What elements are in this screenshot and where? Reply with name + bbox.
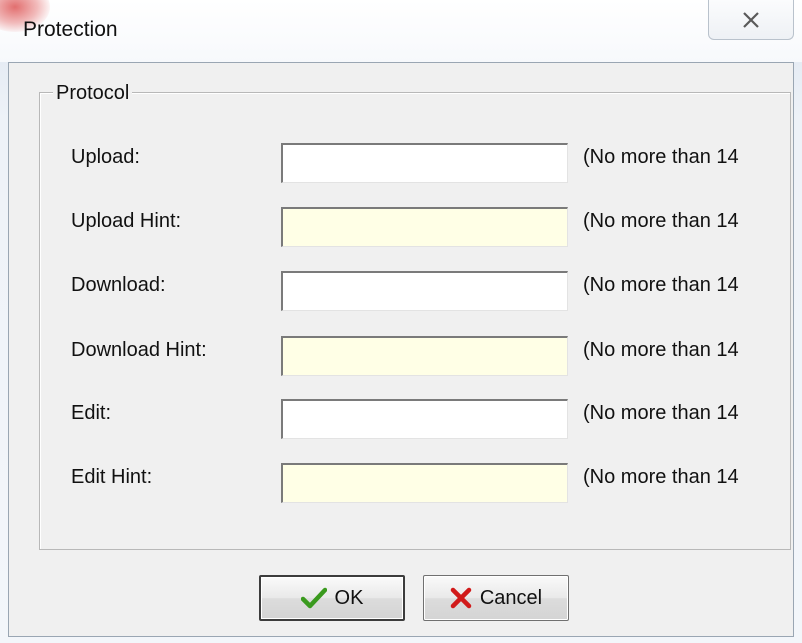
download-hint-input[interactable]: [281, 336, 568, 376]
download-label: Download:: [71, 274, 166, 296]
cancel-button-label: Cancel: [479, 586, 543, 609]
cancel-button[interactable]: Cancel: [423, 575, 569, 621]
upload-hint-input[interactable]: [281, 207, 568, 247]
ok-button-label: OK: [334, 586, 364, 609]
upload-hint-note: (No more than 14: [583, 210, 739, 232]
edit-note: (No more than 14: [583, 402, 739, 424]
edit-input[interactable]: [281, 399, 568, 439]
protection-dialog: Protection Protocol Upload: (No more tha…: [0, 0, 802, 643]
checkmark-icon: [300, 587, 327, 609]
ok-button[interactable]: OK: [259, 575, 405, 621]
download-hint-label: Download Hint:: [71, 339, 207, 361]
edit-label: Edit:: [71, 402, 112, 424]
upload-label: Upload:: [71, 146, 140, 168]
title-bar[interactable]: Protection: [0, 0, 802, 62]
upload-note: (No more than 14: [583, 146, 739, 168]
upload-hint-label: Upload Hint:: [71, 210, 182, 232]
close-icon: [743, 11, 759, 28]
x-mark-icon: [450, 587, 472, 609]
group-title: Protocol: [53, 82, 133, 105]
edit-hint-note: (No more than 14: [583, 466, 739, 488]
edit-hint-input[interactable]: [281, 463, 568, 503]
upload-input[interactable]: [281, 143, 568, 183]
download-note: (No more than 14: [583, 274, 739, 296]
edit-hint-label: Edit Hint:: [71, 466, 153, 488]
dialog-body: Protocol Upload: (No more than 14 Upload…: [8, 62, 794, 637]
window-title: Protection: [23, 18, 118, 41]
close-button[interactable]: [708, 0, 794, 40]
download-hint-note: (No more than 14: [583, 339, 739, 361]
download-input[interactable]: [281, 271, 568, 311]
